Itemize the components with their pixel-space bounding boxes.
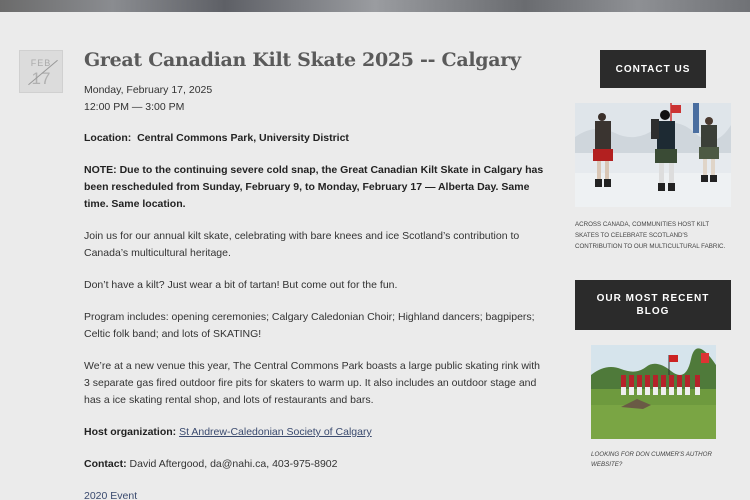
recent-blog-button[interactable]: OUR MOST RECENT BLOG <box>575 280 731 330</box>
contact-us-button[interactable]: CONTACT US <box>600 50 706 88</box>
event-paragraph: Program includes: opening ceremonies; Ca… <box>84 311 535 340</box>
event-paragraph: Join us for our annual kilt skate, celeb… <box>84 230 520 259</box>
kilt-skaters-caption: ACROSS CANADA, COMMUNITIES HOST KILT SKA… <box>575 221 726 250</box>
location-value: Central Commons Park, University Distric… <box>137 132 349 144</box>
event-content: Great Canadian Kilt Skate 2025 -- Calgar… <box>84 48 544 500</box>
reenactment-photo[interactable] <box>591 345 716 439</box>
note-text: NOTE: Due to the continuing severe cold … <box>84 164 544 210</box>
prev-event: 2020 Event <box>84 488 544 500</box>
event-contact: Contact: David Aftergood, da@nahi.ca, 40… <box>84 456 544 473</box>
event-datetime: Monday, February 17, 2025 12:00 PM — 3:0… <box>84 82 544 116</box>
event-note: NOTE: Due to the continuing severe cold … <box>84 162 544 213</box>
contact-value: David Aftergood, da@nahi.ca, 403-975-890… <box>129 458 338 470</box>
event-time: 12:00 PM — 3:00 PM <box>84 101 185 113</box>
kilt-skaters-photo <box>575 103 731 207</box>
location-label: Location: <box>84 132 132 144</box>
event-location: Location: Central Commons Park, Universi… <box>84 130 544 147</box>
author-website-caption[interactable]: LOOKING FOR DON CUMMER'S AUTHOR WEBSITE? <box>591 450 721 470</box>
host-label: Host organization: <box>84 426 177 438</box>
contact-label: Contact: <box>84 458 127 470</box>
date-badge: FEB 17 <box>19 50 63 93</box>
event-paragraph: We’re at a new venue this year, The Cent… <box>84 360 540 406</box>
event-paragraph: Don’t have a kilt? Just wear a bit of ta… <box>84 279 398 291</box>
host-organization: Host organization: St Andrew-Caledonian … <box>84 424 544 441</box>
event-date: Monday, February 17, 2025 <box>84 84 213 96</box>
header-banner-image <box>0 0 750 12</box>
host-organization-link[interactable]: St Andrew-Caledonian Society of Calgary <box>179 426 372 438</box>
event-title: Great Canadian Kilt Skate 2025 -- Calgar… <box>84 49 521 71</box>
prev-event-link[interactable]: 2020 Event <box>84 490 137 500</box>
